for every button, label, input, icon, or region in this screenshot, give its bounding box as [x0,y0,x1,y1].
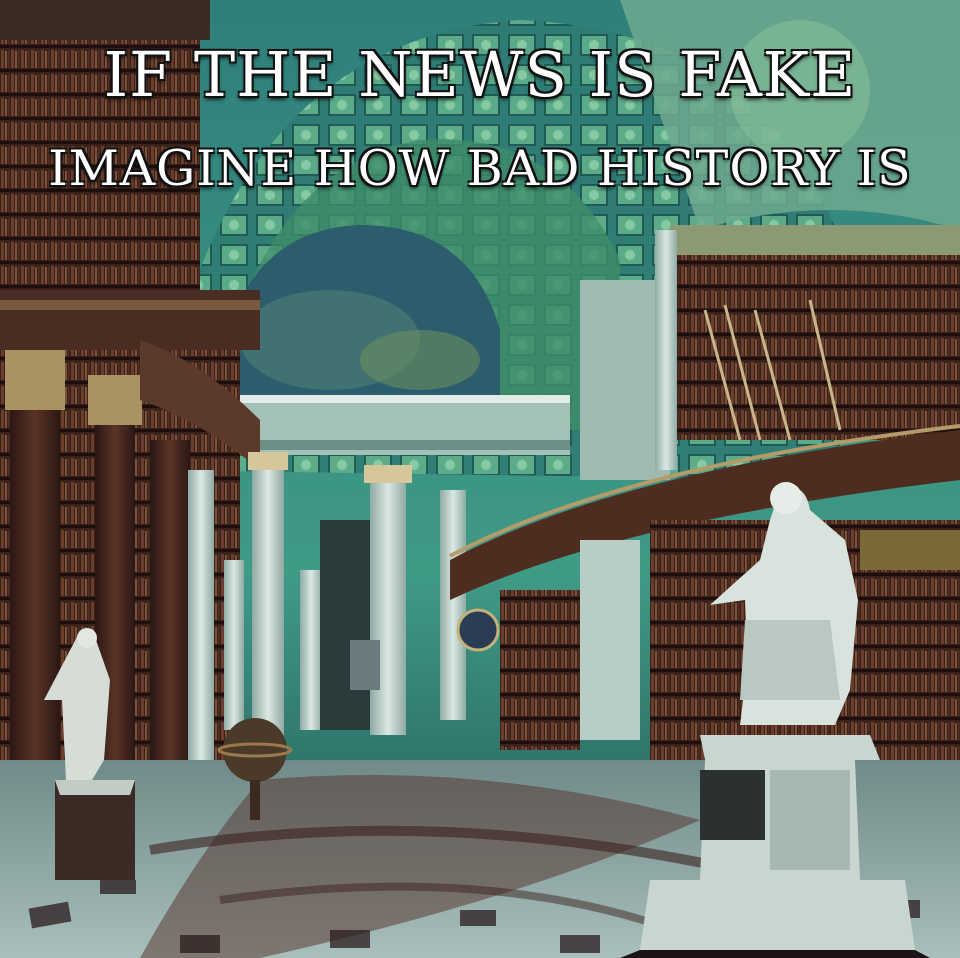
meme-image: IF THE NEWS IS FAKE IMAGINE HOW BAD HIST… [0,0,960,958]
meme-caption-bottom: IMAGINE HOW BAD HISTORY IS [48,140,912,197]
meme-caption-top: IF THE NEWS IS FAKE [103,38,857,111]
